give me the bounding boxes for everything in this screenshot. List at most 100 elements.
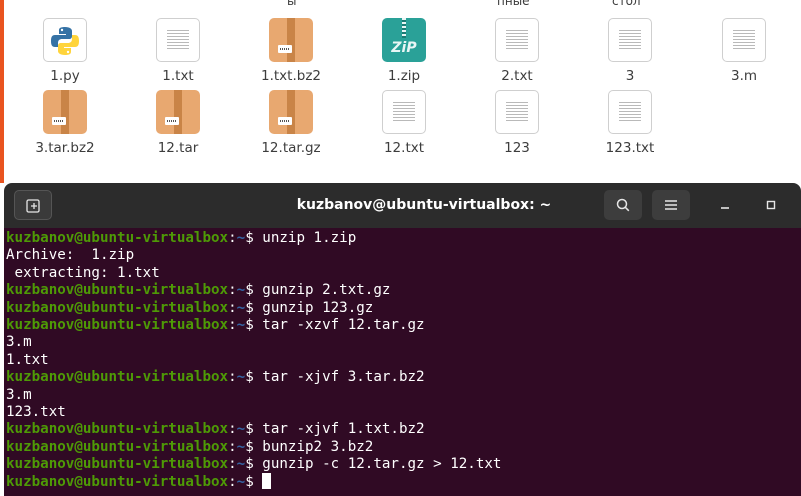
file-item-2-txt[interactable]: 2.txt	[462, 18, 572, 84]
search-icon	[616, 198, 630, 212]
prompt-separator: :	[228, 438, 237, 455]
file-item-12-tar[interactable]: 12.tar	[123, 90, 233, 156]
file-name: 12.tar	[157, 140, 199, 156]
file-name: 2.txt	[501, 68, 533, 84]
prompt-path: ~	[236, 456, 246, 473]
file-item-3[interactable]: 3	[575, 18, 685, 84]
command-text: tar -xzvf 12.tar.gz	[262, 316, 425, 333]
new-tab-icon	[26, 199, 40, 213]
file-item-1-py[interactable]: 1.py	[10, 18, 120, 84]
new-tab-button[interactable]	[14, 190, 52, 220]
terminal-output-line: 1.txt	[6, 351, 49, 368]
command-text: tar -xjvf 1.txt.bz2	[262, 421, 425, 438]
prompt-user: kuzbanov@ubuntu-virtualbox	[6, 299, 229, 316]
terminal-output-line: Archive: 1.zip	[6, 247, 135, 264]
command-text: unzip 1.zip	[262, 230, 357, 246]
file-item-1-txt[interactable]: 1.txt	[123, 18, 233, 84]
text-file-icon	[382, 90, 426, 134]
prompt-symbol: $	[245, 456, 263, 473]
prompt-symbol: $	[245, 474, 263, 491]
terminal-command-line: kuzbanov@ubuntu-virtualbox:~$ gunzip 2.t…	[6, 282, 801, 299]
file-name: 1.txt	[162, 68, 194, 84]
prompt-symbol: $	[245, 230, 263, 246]
prompt-separator: :	[228, 230, 237, 246]
terminal-command-line: kuzbanov@ubuntu-virtualbox:~$ tar -xjvf …	[6, 369, 801, 386]
prompt-path: ~	[236, 316, 246, 333]
clipped-file-label: стол	[612, 0, 641, 8]
maximize-button[interactable]	[756, 190, 786, 220]
archive-file-icon	[269, 18, 313, 62]
text-file-icon	[722, 18, 766, 62]
terminal-command-line: kuzbanov@ubuntu-virtualbox:~$ tar -xzvf …	[6, 317, 801, 334]
prompt-user: kuzbanov@ubuntu-virtualbox	[6, 282, 229, 299]
text-file-icon	[156, 18, 200, 62]
prompt-separator: :	[228, 456, 237, 473]
file-item-1-zip[interactable]: ZiP 1.zip	[349, 18, 459, 84]
prompt-path: ~	[236, 299, 246, 316]
prompt-separator: :	[228, 316, 237, 333]
terminal-output-line: 3.m	[6, 334, 32, 351]
file-name: 3	[625, 68, 635, 84]
terminal-command-line: kuzbanov@ubuntu-virtualbox:~$ gunzip 123…	[6, 300, 801, 317]
python-file-icon	[43, 18, 87, 62]
file-item-3-tar-bz2[interactable]: 3.tar.bz2	[10, 90, 120, 156]
file-name: 3.tar.bz2	[35, 140, 95, 156]
terminal-command-line: kuzbanov@ubuntu-virtualbox:~$ gunzip -c …	[6, 456, 801, 473]
maximize-icon	[766, 200, 776, 210]
hamburger-menu-icon	[665, 200, 677, 210]
zip-file-icon: ZiP	[382, 18, 426, 62]
terminal-output-line: 3.m	[6, 386, 32, 403]
prompt-separator: :	[228, 282, 237, 299]
prompt-user: kuzbanov@ubuntu-virtualbox	[6, 438, 229, 455]
file-name: 1.txt.bz2	[261, 68, 321, 84]
archive-file-icon	[269, 90, 313, 134]
file-name: 1.py	[50, 68, 80, 84]
command-text: tar -xjvf 3.tar.bz2	[262, 369, 425, 386]
command-text: bunzip2 3.bz2	[262, 438, 374, 455]
file-manager-view: ы пные стол 1.py 1.txt 1.txt.bz2 ZiP 1.z…	[0, 0, 801, 183]
archive-file-icon	[156, 90, 200, 134]
search-button[interactable]	[604, 190, 642, 220]
text-cursor	[262, 473, 272, 490]
prompt-separator: :	[228, 299, 237, 316]
prompt-path: ~	[236, 474, 246, 491]
terminal-title: kuzbanov@ubuntu-virtualbox: ~	[296, 197, 552, 213]
prompt-separator: :	[228, 474, 237, 491]
prompt-symbol: $	[245, 282, 263, 299]
terminal-output[interactable]: kuzbanov@ubuntu-virtualbox:~$ unzip 1.zi…	[4, 228, 801, 496]
prompt-user: kuzbanov@ubuntu-virtualbox	[6, 456, 229, 473]
terminal-output-line: 123.txt	[6, 403, 66, 420]
file-name: 123.txt	[605, 140, 655, 156]
command-text: gunzip 123.gz	[262, 299, 374, 316]
prompt-path: ~	[236, 438, 246, 455]
window-accent-bar	[0, 0, 4, 183]
prompt-symbol: $	[245, 438, 263, 455]
minimize-button[interactable]	[710, 190, 740, 220]
file-item-3-m[interactable]: 3.m	[689, 18, 799, 84]
file-item-123-txt[interactable]: 123.txt	[575, 90, 685, 156]
prompt-user: kuzbanov@ubuntu-virtualbox	[6, 316, 229, 333]
clipped-file-label: ы	[287, 0, 297, 8]
file-name: 123	[504, 140, 530, 156]
prompt-symbol: $	[245, 299, 263, 316]
file-name: 12.tar.gz	[261, 140, 321, 156]
terminal-titlebar: kuzbanov@ubuntu-virtualbox: ~	[4, 183, 801, 228]
prompt-path: ~	[236, 282, 246, 299]
prompt-separator: :	[228, 421, 237, 438]
file-name: 1.zip	[387, 68, 421, 84]
menu-button[interactable]	[652, 190, 690, 220]
prompt-symbol: $	[245, 369, 263, 386]
file-item-12-txt[interactable]: 12.txt	[349, 90, 459, 156]
terminal-command-line: kuzbanov@ubuntu-virtualbox:~$ unzip 1.zi…	[6, 230, 801, 247]
prompt-path: ~	[236, 421, 246, 438]
file-name: 12.txt	[383, 140, 425, 156]
terminal-window: kuzbanov@ubuntu-virtualbox: ~ kuzbanov@u…	[4, 183, 801, 496]
prompt-user: kuzbanov@ubuntu-virtualbox	[6, 369, 229, 386]
clipped-file-label: пные	[497, 0, 530, 8]
terminal-prompt-line: kuzbanov@ubuntu-virtualbox:~$	[6, 473, 801, 490]
file-item-123[interactable]: 123	[462, 90, 572, 156]
archive-file-icon	[43, 90, 87, 134]
file-item-12-tar-gz[interactable]: 12.tar.gz	[236, 90, 346, 156]
file-name: 3.m	[730, 68, 758, 84]
file-item-1-txt-bz2[interactable]: 1.txt.bz2	[236, 18, 346, 84]
